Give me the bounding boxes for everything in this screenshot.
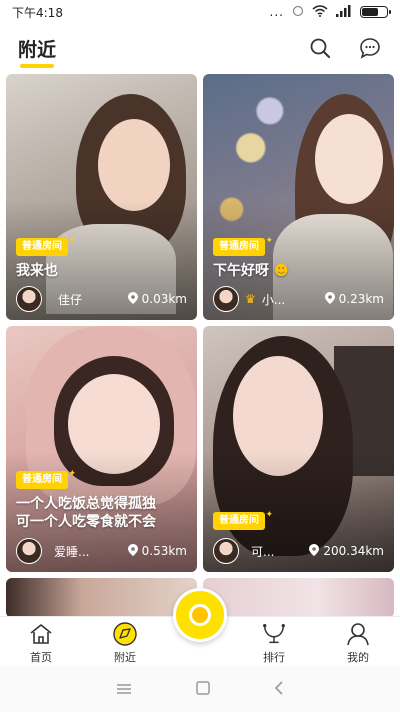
room-card[interactable]: [203, 578, 394, 616]
back-icon[interactable]: [274, 680, 284, 699]
avatar: [16, 538, 42, 564]
host-name: 可...: [251, 544, 275, 559]
home-square-icon[interactable]: [196, 680, 210, 699]
host-name: 小...: [261, 292, 286, 307]
host-info[interactable]: ♛ 小...: [213, 286, 285, 312]
room-card[interactable]: 普通房间 ✦ 可... 200.34km: [203, 326, 394, 572]
nearby-icon: [112, 621, 138, 647]
go-live-icon: [189, 604, 211, 626]
nav-nearby-label: 附近: [114, 651, 136, 664]
distance-value: 200.34km: [323, 544, 384, 558]
nav-ranking[interactable]: 排行: [244, 621, 304, 665]
distance-value: 0.23km: [338, 292, 384, 306]
room-type-badge: 普通房间 ✦: [213, 510, 273, 530]
avatar: [213, 538, 239, 564]
distance: 0.03km: [127, 291, 187, 307]
room-photo: [6, 578, 197, 616]
message-icon[interactable]: [358, 36, 382, 60]
ranking-icon: [261, 621, 287, 647]
room-grid: 普通房间 ✦ 我来也 佳仔 0.03km 普通房间 ✦ 下午好呀 ☻ ♛ 小...: [0, 74, 400, 616]
status-bar: 下午4:18 ...: [0, 0, 400, 24]
home-icon: [28, 621, 54, 647]
room-title: 我来也: [16, 263, 58, 279]
room-card[interactable]: 普通房间 ✦ 一个人吃饭总觉得孤独 可一个人吃零食就不会 爱睡... 0.53km: [6, 326, 197, 572]
card-footer: ♛ 小... 0.23km: [213, 286, 384, 312]
room-title: 一个人吃饭总觉得孤独 可一个人吃零食就不会: [16, 496, 156, 530]
nav-home-label: 首页: [30, 651, 52, 664]
location-pin-icon: [324, 291, 335, 307]
system-nav-bar: [0, 666, 400, 712]
room-card[interactable]: 普通房间 ✦ 我来也 佳仔 0.03km: [6, 74, 197, 320]
room-photo: [203, 578, 394, 616]
room-card[interactable]: 普通房间 ✦ 下午好呀 ☻ ♛ 小... 0.23km: [203, 74, 394, 320]
app-header: 附近: [0, 24, 400, 72]
go-live-button[interactable]: [173, 588, 227, 642]
nav-ranking-label: 排行: [263, 651, 285, 664]
room-type-badge: 普通房间 ✦: [213, 236, 273, 256]
location-pin-icon: [127, 291, 138, 307]
alarm-icon: [292, 5, 304, 20]
profile-icon: [345, 621, 371, 647]
host-name: 佳仔: [58, 292, 83, 307]
host-info[interactable]: 可...: [213, 538, 274, 564]
room-title: 下午好呀 ☻: [213, 263, 289, 279]
menu-icon[interactable]: [116, 680, 132, 699]
signal-icon: [336, 4, 352, 20]
distance-value: 0.53km: [141, 544, 187, 558]
room-card[interactable]: [6, 578, 197, 616]
host-name: 爱睡...: [54, 544, 90, 559]
search-icon[interactable]: [308, 36, 332, 60]
nav-nearby[interactable]: 附近: [95, 621, 155, 665]
photo-face: [315, 114, 383, 204]
location-pin-icon: [127, 543, 138, 559]
status-time: 下午4:18: [12, 5, 63, 20]
wifi-icon: [312, 4, 328, 20]
nav-mine[interactable]: 我的: [328, 621, 388, 665]
avatar: [16, 286, 42, 312]
distance-value: 0.03km: [141, 292, 187, 306]
smile-emoji-icon: ☻: [273, 263, 289, 279]
photo-face: [98, 119, 170, 211]
distance: 0.23km: [324, 291, 384, 307]
room-type-badge: 普通房间 ✦: [16, 469, 76, 489]
location-pin-icon: [309, 543, 320, 559]
notification-dots: ...: [269, 5, 284, 19]
distance: 0.53km: [127, 543, 187, 559]
card-footer: 爱睡... 0.53km: [16, 538, 187, 564]
nav-mine-label: 我的: [347, 651, 369, 664]
card-footer: 佳仔 0.03km: [16, 286, 187, 312]
card-footer: 可... 200.34km: [213, 538, 384, 564]
page-title: 附近: [18, 38, 57, 61]
title-tab[interactable]: 附近: [18, 35, 57, 68]
host-info[interactable]: 佳仔: [16, 286, 82, 312]
title-underline: [20, 63, 55, 68]
distance: 200.34km: [309, 543, 384, 559]
status-icons: ...: [269, 4, 391, 20]
nav-home[interactable]: 首页: [11, 621, 71, 665]
room-type-badge: 普通房间 ✦: [16, 236, 76, 256]
avatar: [213, 286, 239, 312]
battery-icon: [360, 6, 391, 18]
host-info[interactable]: 爱睡...: [16, 538, 89, 564]
crown-icon: ♛: [245, 292, 256, 306]
